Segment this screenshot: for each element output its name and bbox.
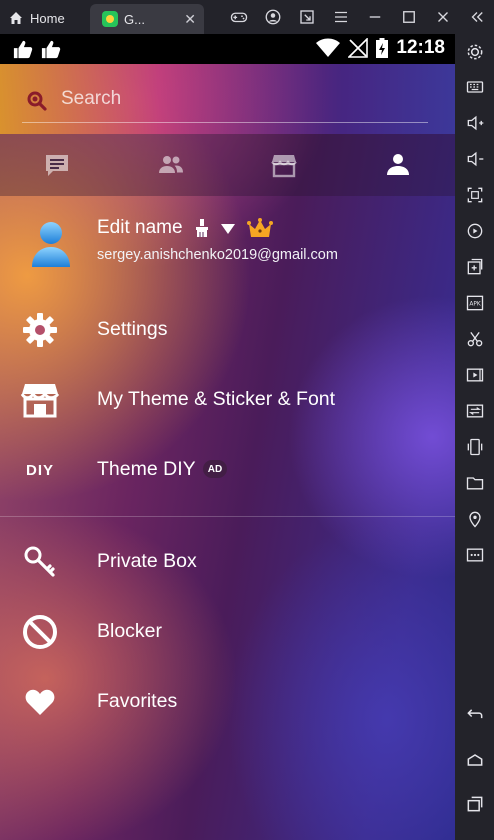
person-icon — [387, 154, 410, 175]
maximize-icon[interactable] — [392, 0, 426, 34]
back-icon[interactable] — [455, 699, 494, 729]
home-icon — [10, 12, 22, 24]
search-input[interactable] — [61, 84, 421, 114]
tab-profile[interactable] — [341, 134, 455, 196]
location-icon[interactable] — [455, 504, 494, 534]
diy-icon-text: DIY — [25, 461, 54, 479]
ad-badge: AD — [203, 460, 227, 478]
recents-icon[interactable] — [455, 789, 494, 819]
menu-item-favorites[interactable]: Favorites — [0, 674, 455, 730]
menu-item-private-box[interactable]: Private Box — [0, 534, 455, 590]
emulator-titlebar: Home G... ✕ — [0, 0, 494, 34]
profile-name[interactable]: Edit name — [97, 217, 183, 239]
menu-label-theme-diy: Theme DIY — [97, 458, 196, 480]
contacts-icon — [158, 156, 183, 173]
home-tab[interactable]: Home — [8, 5, 65, 31]
menu-label-blocker: Blocker — [97, 620, 163, 642]
no-signal-icon — [348, 38, 369, 58]
more-icon[interactable] — [455, 540, 494, 570]
scissors-icon[interactable] — [455, 324, 494, 354]
search-icon[interactable] — [26, 90, 48, 112]
volume-down-icon[interactable] — [455, 144, 494, 174]
tab-close-icon[interactable]: ✕ — [184, 11, 196, 28]
gear-icon — [20, 312, 60, 348]
status-bar: 12:18 — [0, 34, 455, 64]
diamond-icon — [220, 224, 235, 234]
tab-bar — [0, 134, 455, 196]
menu-divider — [0, 516, 455, 517]
rotate-icon[interactable] — [455, 216, 494, 246]
phone-screen: 12:18 Edit name serge — [0, 34, 455, 840]
settings-icon[interactable] — [455, 37, 494, 67]
svg-text:APK: APK — [469, 302, 481, 308]
screenshot-icon[interactable] — [455, 180, 494, 210]
avatar-icon[interactable] — [30, 219, 72, 269]
close-icon[interactable] — [426, 0, 460, 34]
diy-icon: DIY — [20, 452, 60, 488]
keyboard-icon[interactable] — [455, 72, 494, 102]
store-icon — [20, 382, 60, 418]
expand-icon[interactable] — [290, 0, 324, 34]
folder-icon[interactable] — [455, 468, 494, 498]
thumbs-up-icon — [13, 40, 33, 59]
add-app-icon[interactable] — [455, 252, 494, 282]
thumbs-up-icon — [41, 40, 61, 59]
profile-header[interactable]: Edit name sergey.anishchenko2019@gmail.c… — [0, 209, 455, 284]
menu-label-private-box: Private Box — [97, 550, 197, 572]
menu-item-blocker[interactable]: Blocker — [0, 604, 455, 660]
crown-icon — [246, 218, 273, 237]
volume-up-icon[interactable] — [455, 108, 494, 138]
menu-label-settings: Settings — [97, 318, 168, 340]
search-bar — [0, 64, 455, 134]
transfer-icon[interactable] — [455, 396, 494, 426]
status-clock: 12:18 — [396, 37, 445, 58]
collapse-icon[interactable] — [460, 0, 494, 34]
key-icon — [20, 544, 60, 580]
message-icon — [45, 155, 68, 176]
apk-icon[interactable]: APK — [455, 288, 494, 318]
block-icon — [20, 614, 60, 650]
menu-icon[interactable] — [324, 0, 358, 34]
menu-item-theme-diy[interactable]: DIY Theme DIY AD — [0, 442, 455, 498]
search-underline — [22, 122, 428, 123]
video-icon[interactable] — [455, 360, 494, 390]
minimize-icon[interactable] — [358, 0, 392, 34]
battery-charging-icon — [376, 38, 389, 58]
profile-email: sergey.anishchenko2019@gmail.com — [97, 247, 338, 263]
tab-contacts[interactable] — [114, 134, 228, 196]
app-tab[interactable]: G... ✕ — [90, 4, 204, 34]
home-nav-icon[interactable] — [455, 745, 494, 775]
menu-item-settings[interactable]: Settings — [0, 302, 455, 358]
account-icon[interactable] — [256, 0, 290, 34]
store-icon — [271, 155, 298, 178]
shake-icon[interactable] — [455, 432, 494, 462]
menu-item-theme[interactable]: My Theme & Sticker & Font — [0, 372, 455, 428]
emulator-sidebar: APK — [455, 34, 494, 840]
brush-icon — [195, 219, 208, 237]
wifi-icon — [316, 38, 341, 57]
app-tab-label: G... — [124, 11, 145, 27]
tab-messages[interactable] — [0, 134, 114, 196]
gamepad-icon[interactable] — [222, 0, 256, 34]
tab-store[interactable] — [228, 134, 342, 196]
menu-label-favorites: Favorites — [97, 690, 178, 712]
heart-icon — [20, 684, 60, 720]
home-tab-label: Home — [30, 10, 65, 26]
menu-label-theme: My Theme & Sticker & Font — [97, 388, 336, 410]
app-icon — [102, 11, 118, 27]
